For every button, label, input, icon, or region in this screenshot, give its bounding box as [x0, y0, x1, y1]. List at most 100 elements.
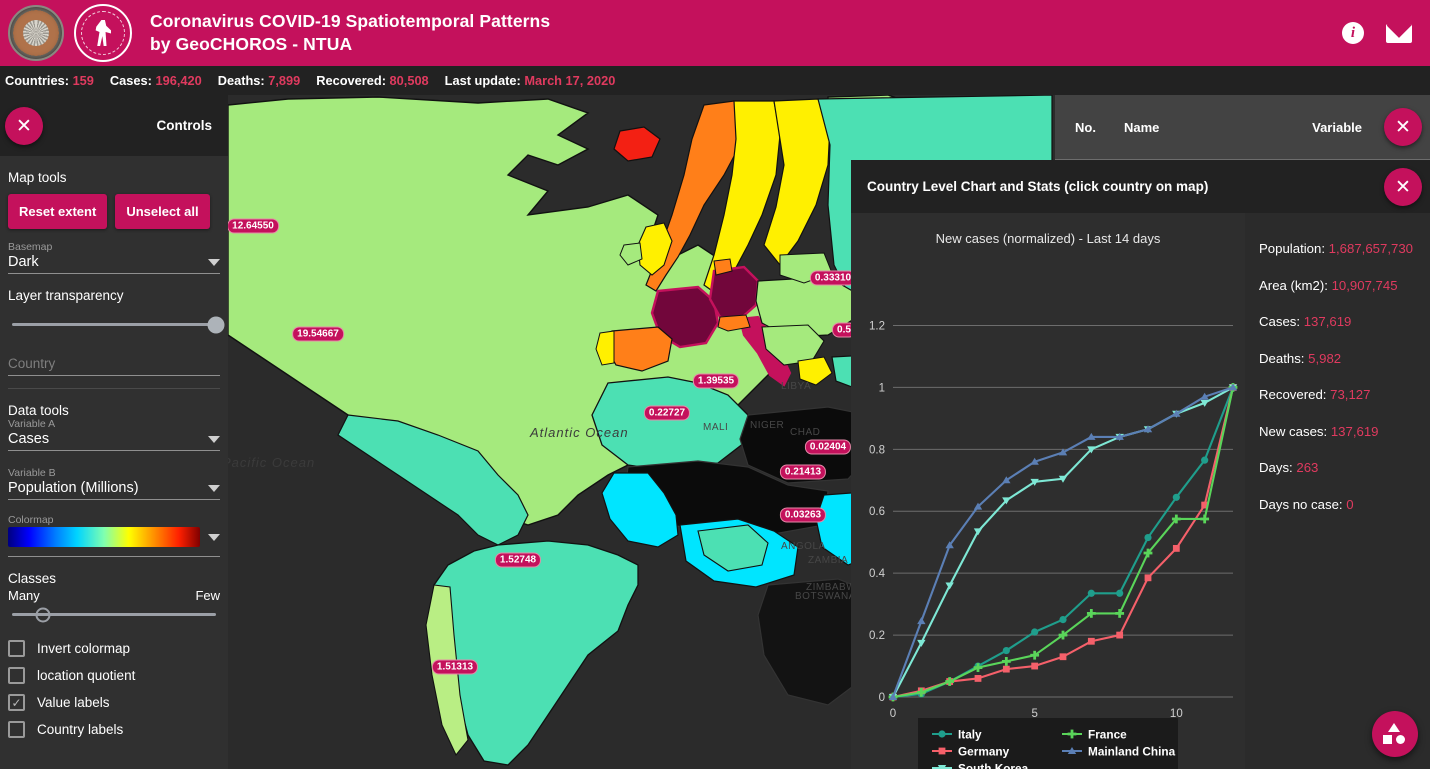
- map-value-label: 1.39535: [692, 373, 740, 389]
- slider-thumb[interactable]: [207, 316, 225, 333]
- map-value-label: 1.52748: [494, 552, 542, 568]
- stat-label: Days no case:: [1259, 496, 1343, 512]
- variable-a-label: Variable A: [8, 418, 56, 430]
- classes-range-labels: Many Few: [8, 588, 220, 603]
- stat-last-update-value: March 17, 2020: [524, 73, 616, 88]
- layers-fab-button[interactable]: [1372, 711, 1418, 757]
- close-icon: ✕: [1395, 176, 1411, 198]
- svg-text:1.2: 1.2: [869, 320, 885, 332]
- app-title-line1: Coronavirus COVID-19 Spatiotemporal Patt…: [150, 10, 551, 31]
- map-tools-buttons: Reset extent Unselect all: [8, 194, 220, 229]
- variable-b-select[interactable]: Population (Millions): [8, 480, 220, 500]
- stat-recovered-value: 80,508: [389, 73, 429, 88]
- stat-cases-label: Cases:: [109, 73, 152, 88]
- svg-text:0.4: 0.4: [869, 568, 886, 580]
- map-value-label: 12.64550: [228, 218, 279, 234]
- table-header-variable: Variable: [1312, 119, 1362, 135]
- ntua-logo-icon: [74, 4, 132, 62]
- app-header: Coronavirus COVID-19 Spatiotemporal Patt…: [0, 0, 1430, 66]
- table-header-name: Name: [1123, 119, 1160, 135]
- variable-b-field[interactable]: Variable B Population (Millions): [8, 467, 220, 500]
- mail-icon[interactable]: [1386, 23, 1412, 43]
- classes-slider[interactable]: [8, 603, 220, 626]
- chevron-down-icon: [208, 258, 220, 266]
- controls-body: Map tools Reset extent Unselect all Base…: [0, 170, 228, 738]
- reset-extent-button[interactable]: Reset extent: [8, 194, 108, 229]
- stat-new-cases: New cases: 137,619: [1259, 424, 1430, 439]
- circle-icon: [1396, 735, 1405, 744]
- stat-value: 10,907,745: [1331, 277, 1398, 293]
- controls-header: ✕ Controls: [0, 95, 228, 156]
- colormap-select[interactable]: [8, 527, 220, 547]
- unselect-all-button[interactable]: Unselect all: [115, 194, 210, 229]
- slider-track[interactable]: [12, 316, 225, 333]
- basemap-select[interactable]: Dark: [8, 254, 220, 274]
- variable-a-select[interactable]: Cases: [8, 431, 220, 451]
- stat-label: New cases:: [1259, 423, 1328, 439]
- basemap-label: Basemap: [8, 241, 53, 253]
- global-stats-bar: Countries: 159 Cases: 196,420 Deaths: 7,…: [0, 66, 1430, 95]
- svg-text:0: 0: [879, 692, 885, 704]
- svg-text:0.8: 0.8: [869, 444, 885, 456]
- square-icon: [1383, 735, 1392, 744]
- chart-plot-area: New cases (normalized) - Last 14 days 00…: [851, 213, 1245, 769]
- classes-many-label: Many: [8, 588, 40, 603]
- geochoros-logo-icon: [8, 5, 64, 61]
- checkbox-icon: [8, 640, 25, 657]
- basemap-value: Dark: [8, 254, 39, 270]
- close-controls-button[interactable]: ✕: [5, 107, 43, 145]
- close-chart-panel-button[interactable]: ✕: [1384, 168, 1422, 206]
- map-value-label: 1.51313: [431, 659, 479, 675]
- checkbox-label: location quotient: [37, 668, 136, 683]
- stat-value: 5,982: [1308, 350, 1342, 366]
- chevron-down-icon: [208, 533, 220, 541]
- svg-text:10: 10: [1170, 708, 1183, 720]
- controls-title: Controls: [156, 118, 213, 133]
- colormap-preview: [8, 527, 200, 547]
- checkbox-icon-checked: [8, 694, 25, 711]
- app-root: Coronavirus COVID-19 Spatiotemporal Patt…: [0, 0, 1430, 769]
- stat-last-update-label: Last update:: [444, 73, 521, 88]
- info-icon[interactable]: i: [1342, 22, 1364, 44]
- map-value-label: 0.02404: [804, 439, 852, 455]
- checkbox-label: Invert colormap: [37, 641, 131, 656]
- layer-transparency-slider[interactable]: [8, 307, 225, 336]
- map-value-label: 0.21413: [779, 464, 827, 480]
- controls-panel: ✕ Controls Map tools Reset extent Unsele…: [0, 95, 228, 769]
- stat-recovered-label: Recovered:: [316, 73, 386, 88]
- stat-value: 137,619: [1303, 314, 1352, 329]
- variable-a-field[interactable]: Variable A Cases: [8, 418, 220, 451]
- stat-population: Population: 1,687,657,730: [1259, 241, 1430, 256]
- country-search-input[interactable]: Country: [8, 356, 220, 376]
- checkbox-invert-colormap[interactable]: Invert colormap: [8, 640, 220, 657]
- close-table-panel-button[interactable]: ✕: [1384, 108, 1422, 146]
- layer-transparency-label: Layer transparency: [8, 288, 124, 303]
- stat-value: 0: [1346, 496, 1354, 512]
- checkbox-icon: [8, 721, 25, 738]
- stat-label: Days:: [1259, 460, 1293, 475]
- chevron-down-icon: [208, 484, 220, 492]
- triangle-icon: [1388, 723, 1400, 732]
- colormap-field[interactable]: Colormap: [8, 514, 220, 557]
- svg-text:0: 0: [890, 708, 896, 720]
- stat-label: Recovered:: [1259, 387, 1327, 402]
- chevron-down-icon: [208, 435, 220, 443]
- chart-panel-title: Country Level Chart and Stats (click cou…: [867, 179, 1209, 194]
- slider-track[interactable]: [12, 607, 216, 622]
- checkbox-value-labels[interactable]: Value labels: [8, 694, 220, 711]
- divider: [8, 388, 220, 389]
- line-chart[interactable]: 0 0.2 0.4 0.6 0.8 1 1.2 0 5 10: [851, 213, 1245, 769]
- variable-b-label: Variable B: [8, 467, 56, 479]
- map-value-label: 19.54667: [292, 326, 344, 342]
- checkbox-label: Value labels: [37, 695, 110, 710]
- checkbox-location-quotient[interactable]: location quotient: [8, 667, 220, 684]
- stat-deaths-label: Deaths:: [217, 73, 265, 88]
- stat-countries-label: Countries:: [5, 73, 69, 88]
- chart-panel-body: New cases (normalized) - Last 14 days 00…: [851, 213, 1430, 769]
- stat-deaths: Deaths: 5,982: [1259, 351, 1430, 366]
- basemap-field[interactable]: Basemap Dark: [8, 241, 220, 274]
- checkbox-country-labels[interactable]: Country labels: [8, 721, 220, 738]
- slider-thumb[interactable]: [35, 607, 51, 622]
- stat-cases: Cases: 196,420: [110, 73, 202, 88]
- svg-text:1: 1: [879, 382, 885, 394]
